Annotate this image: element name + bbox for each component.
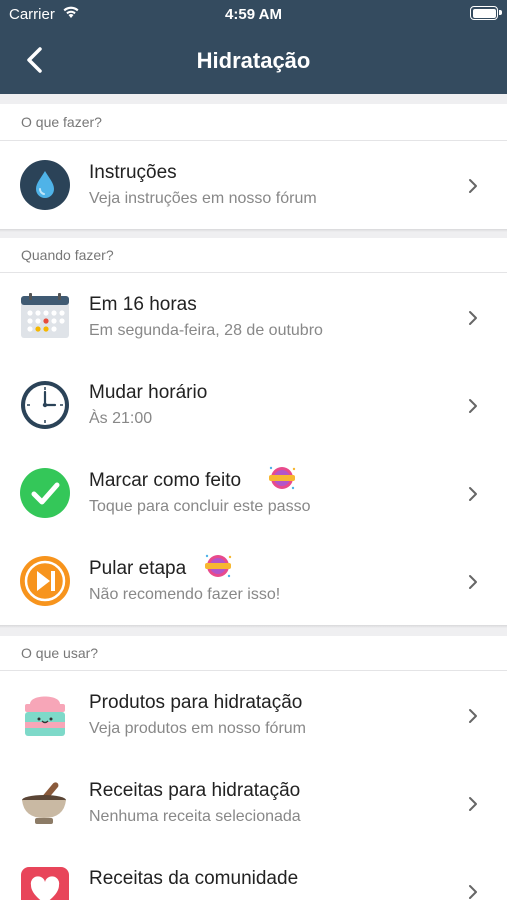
chevron-right-icon [469,311,477,325]
list-item-skip-step[interactable]: Pular etapa Não recomendo fazer isso! [0,537,507,625]
item-title: Receitas da comunidade [89,868,299,889]
section-header-when: Quando fazer? [0,238,507,273]
item-title: Produtos para hidratação [89,692,303,713]
list-item-recipes[interactable]: Receitas para hidratação Nenhuma receita… [0,759,507,847]
item-title: Mudar horário [89,382,208,403]
status-bar: Carrier 4:59 AM [0,0,507,28]
list-item-products[interactable]: Produtos para hidratação Veja produtos e… [0,671,507,759]
heart-icon [21,867,69,900]
chevron-right-icon [469,885,477,899]
chevron-right-icon [469,487,477,501]
item-subtitle: Toque para concluir este passo [89,498,311,515]
section-divider [0,229,507,232]
item-title: Pular etapa [89,558,187,579]
section-divider [0,625,507,628]
mortar-pestle-icon [22,782,66,824]
list-item-change-time[interactable]: Mudar horário Às 21:00 [0,361,507,449]
list-item-instructions[interactable]: Instruções Veja instruções em nosso fóru… [0,141,507,229]
item-subtitle: Não recomendo fazer isso! [89,586,281,603]
item-subtitle: Às 21:00 [89,410,153,427]
battery-icon [470,6,502,20]
section-header-what-to-use: O que usar? [0,636,507,671]
page-title: Hidratação [196,48,311,73]
skip-icon [20,556,70,606]
chevron-right-icon [469,797,477,811]
premium-badge-icon [205,554,232,578]
clock-icon [21,381,69,429]
item-subtitle: Veja instruções em nosso fórum [89,190,317,207]
checkmark-icon [20,468,70,518]
chevron-right-icon [469,179,477,193]
item-title: Marcar como feito [89,470,242,491]
cream-jar-icon [25,696,65,736]
status-time: 4:59 AM [225,6,282,23]
section-header-what: O que fazer? [0,104,507,141]
item-title: Receitas para hidratação [89,780,301,801]
list-item-mark-done[interactable]: Marcar como feito Toque para concluir es… [0,449,507,537]
item-subtitle: Veja produtos em nosso fórum [89,720,307,737]
item-title: Em 16 horas [89,294,197,315]
navigation-bar: Hidratação [0,28,507,94]
water-drop-icon [20,160,70,210]
chevron-right-icon [469,575,477,589]
calendar-icon [21,293,69,338]
item-subtitle: Em segunda-feira, 28 de outubro [89,322,323,339]
list-item-community-recipes[interactable]: Receitas da comunidade [0,847,507,900]
item-title: Instruções [89,162,177,183]
chevron-right-icon [469,399,477,413]
premium-badge-icon [269,466,296,490]
chevron-right-icon [469,709,477,723]
item-subtitle: Nenhuma receita selecionada [89,808,301,825]
list-item-schedule[interactable]: Em 16 horas Em segunda-feira, 28 de outu… [0,273,507,361]
